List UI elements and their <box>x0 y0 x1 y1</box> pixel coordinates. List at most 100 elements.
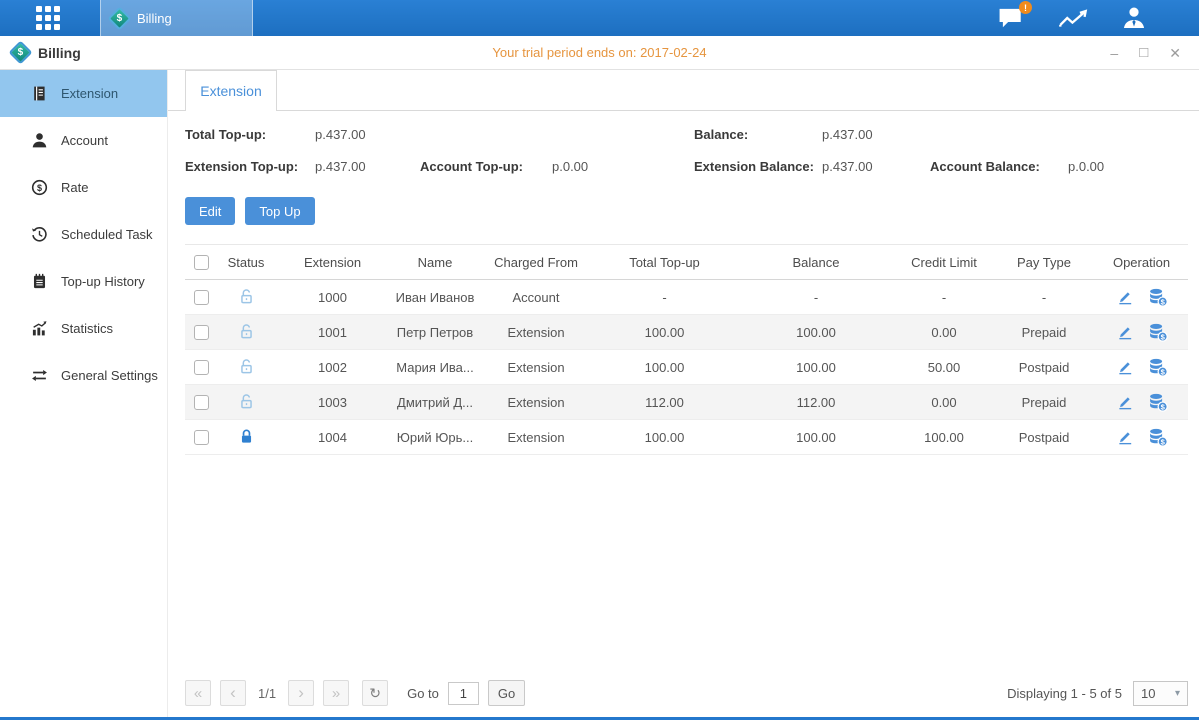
sidebar-item-scheduled-task[interactable]: Scheduled Task <box>0 211 167 258</box>
sidebar: Extension Account $RateScheduled Task Top-u… <box>0 70 168 717</box>
next-page-button[interactable] <box>288 680 314 706</box>
cell-charged-from: Extension <box>480 385 592 420</box>
sidebar-item-statistics[interactable]: Statistics <box>0 305 167 352</box>
line-chart-icon[interactable] <box>1058 6 1088 30</box>
sidebar-item-account[interactable]: Account <box>0 117 167 164</box>
row-checkbox[interactable] <box>194 430 209 445</box>
cell-extension: 1000 <box>275 280 390 315</box>
cell-charged-from: Account <box>480 280 592 315</box>
goto-page-input[interactable] <box>448 682 479 705</box>
displaying-text: Displaying 1 - 5 of 5 <box>1007 686 1122 701</box>
select-all-checkbox[interactable] <box>194 255 209 270</box>
extension-table: StatusExtensionNameCharged FromTotal Top… <box>185 244 1188 455</box>
edit-button[interactable]: Edit <box>185 197 235 225</box>
sidebar-item-rate[interactable]: $Rate <box>0 164 167 211</box>
user-icon[interactable] <box>1121 5 1147 31</box>
first-page-button[interactable] <box>185 680 211 706</box>
cell-pay-type: Prepaid <box>993 315 1095 350</box>
cell-credit-limit: - <box>895 280 993 315</box>
extension-balance-label: Extension Balance: <box>694 159 822 174</box>
cell-extension: 1003 <box>275 385 390 420</box>
account-balance-value: p.0.00 <box>1068 159 1188 174</box>
app-grid-icon[interactable] <box>36 6 60 30</box>
prev-page-button[interactable] <box>220 680 246 706</box>
clock-history-icon <box>31 226 48 243</box>
table-row: 1003Дмитрий Д...Extension112.00112.000.0… <box>185 385 1188 420</box>
sidebar-item-general-settings[interactable]: General Settings <box>0 352 167 399</box>
window-controls <box>1110 45 1199 60</box>
row-checkbox[interactable] <box>194 360 209 375</box>
cell-pay-type: Postpaid <box>993 420 1095 455</box>
notification-badge: ! <box>1019 1 1032 14</box>
refresh-button[interactable] <box>362 680 388 706</box>
topup-money-icon[interactable]: $ <box>1148 393 1168 412</box>
sidebar-item-label: Top-up History <box>61 274 145 289</box>
edit-icon[interactable] <box>1116 288 1134 306</box>
cell-credit-limit: 0.00 <box>895 385 993 420</box>
column-header-balance: Balance <box>737 245 895 280</box>
account-balance-label: Account Balance: <box>930 159 1068 174</box>
extension-topup-value: p.437.00 <box>315 159 420 174</box>
sidebar-item-top-up-history[interactable]: Top-up History <box>0 258 167 305</box>
topup-money-icon[interactable]: $ <box>1148 358 1168 377</box>
window-title: Billing <box>38 45 81 61</box>
sidebar-item-label: Statistics <box>61 321 113 336</box>
edit-icon[interactable] <box>1116 393 1134 411</box>
window-title-area: $ Billing <box>0 44 81 61</box>
caret-down-icon <box>1175 688 1180 699</box>
row-checkbox[interactable] <box>194 290 209 305</box>
sidebar-item-label: Account <box>61 133 108 148</box>
extension-table-body: 1000Иван ИвановAccount----$1001Петр Петр… <box>185 280 1188 455</box>
tabstrip: Extension <box>168 70 1199 111</box>
row-checkbox[interactable] <box>194 395 209 410</box>
tab-extension[interactable]: Extension <box>185 70 277 111</box>
account-topup-value: p.0.00 <box>552 159 694 174</box>
notepad-icon <box>31 273 48 290</box>
cell-total-topup: 100.00 <box>592 315 737 350</box>
cell-name: Петр Петров <box>390 315 480 350</box>
unlocked-icon <box>238 393 255 408</box>
edit-icon[interactable] <box>1116 323 1134 341</box>
cell-total-topup: 100.00 <box>592 350 737 385</box>
taskbar-billing-tab[interactable]: $ Billing <box>100 0 253 36</box>
topup-money-icon[interactable]: $ <box>1148 323 1168 342</box>
maximize-button[interactable] <box>1139 45 1148 60</box>
edit-icon[interactable] <box>1116 428 1134 446</box>
taskbar-tab-label: Billing <box>137 11 172 26</box>
table-row: 1001Петр ПетровExtension100.00100.000.00… <box>185 315 1188 350</box>
topup-money-icon[interactable]: $ <box>1148 288 1168 307</box>
cell-charged-from: Extension <box>480 350 592 385</box>
page-size-select[interactable]: 10 <box>1133 681 1188 706</box>
unlocked-icon <box>238 288 255 303</box>
table-row: 1004Юрий Юрь...Extension100.00100.00100.… <box>185 420 1188 455</box>
close-button[interactable] <box>1169 46 1181 60</box>
go-button[interactable]: Go <box>488 680 525 706</box>
pagination-bar: 1/1 Go to Go Displaying 1 - 5 of 5 10 <box>168 680 1199 717</box>
cell-pay-type: Prepaid <box>993 385 1095 420</box>
edit-icon[interactable] <box>1116 358 1134 376</box>
billing-app-window: $ Billing ! $ Billing Your trial period … <box>0 0 1199 720</box>
top-up-button[interactable]: Top Up <box>245 197 314 225</box>
cell-name: Юрий Юрь... <box>390 420 480 455</box>
cell-credit-limit: 50.00 <box>895 350 993 385</box>
cell-credit-limit: 100.00 <box>895 420 993 455</box>
total-topup-value: p.437.00 <box>315 127 420 142</box>
last-page-button[interactable] <box>323 680 349 706</box>
topup-money-icon[interactable]: $ <box>1148 428 1168 447</box>
table-header-row: StatusExtensionNameCharged FromTotal Top… <box>185 245 1188 280</box>
minimize-button[interactable] <box>1110 46 1118 60</box>
billing-diamond-icon: $ <box>107 6 131 30</box>
transfer-arrows-icon <box>31 367 48 384</box>
cell-extension: 1001 <box>275 315 390 350</box>
unlocked-icon <box>238 358 255 373</box>
row-checkbox[interactable] <box>194 325 209 340</box>
account-person-icon <box>31 132 48 149</box>
cell-name: Мария Ива... <box>390 350 480 385</box>
goto-label: Go to <box>407 686 439 701</box>
column-header-name: Name <box>390 245 480 280</box>
messages-icon[interactable]: ! <box>997 6 1025 30</box>
taskbar-right: ! <box>997 0 1199 36</box>
extension-balance-value: p.437.00 <box>822 159 930 174</box>
column-header-status: Status <box>217 245 275 280</box>
sidebar-item-extension[interactable]: Extension <box>0 70 167 117</box>
